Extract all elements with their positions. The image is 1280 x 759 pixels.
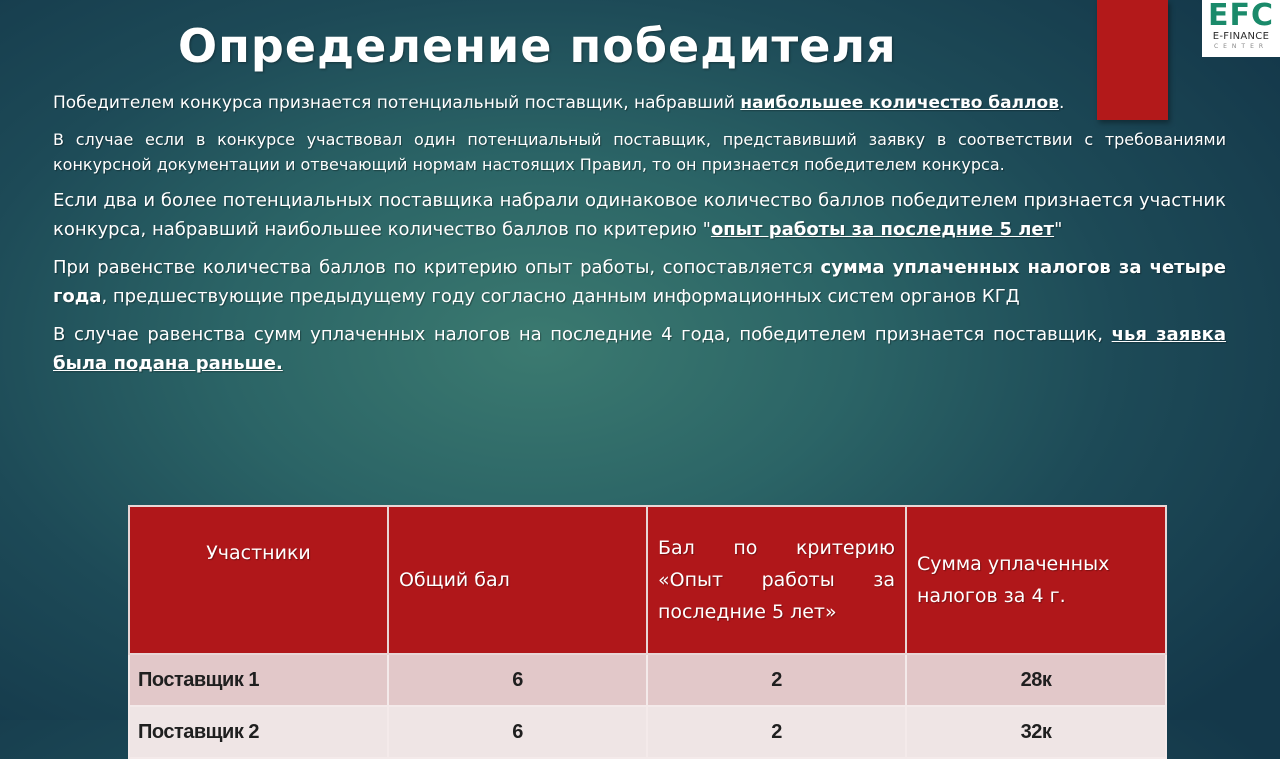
slide-title: Определение победителя bbox=[178, 19, 897, 73]
comparison-table: Участники Общий бал Бал по критерию «Опы… bbox=[128, 505, 1167, 759]
cell-taxes-paid: 28к bbox=[905, 653, 1167, 707]
logo-mark: EFC bbox=[1207, 0, 1274, 33]
p1-emphasis: наибольшее количество баллов bbox=[740, 93, 1059, 113]
table-row: Поставщик 1 6 2 28к bbox=[128, 653, 1167, 707]
p1-text: Победителем конкурса признается потенциа… bbox=[53, 93, 741, 113]
p3-emphasis: опыт работы за последние 5 лет bbox=[710, 219, 1055, 240]
paragraph-winner-rule: Победителем конкурса признается потенциа… bbox=[53, 89, 1226, 118]
paragraph-tie-experience: Если два и более потенциальных поставщик… bbox=[53, 186, 1226, 244]
header-taxes-paid: Сумма уплаченных налогов за 4 г. bbox=[905, 505, 1167, 655]
paragraph-tie-submission: В случае равенства сумм уплаченных налог… bbox=[53, 320, 1226, 378]
p4-after: , предшествующие предыдущему году соглас… bbox=[101, 286, 1020, 307]
paragraph-single-participant: В случае если в конкурсе участвовал один… bbox=[53, 130, 1226, 174]
cell-experience-score: 2 bbox=[646, 705, 907, 759]
table-row: Поставщик 2 6 2 32к bbox=[128, 705, 1167, 759]
cell-total-score: 6 bbox=[387, 653, 648, 707]
logo-name: E-FINANCE bbox=[1212, 31, 1270, 42]
cell-taxes-paid: 32к bbox=[905, 705, 1167, 759]
cell-participant: Поставщик 2 bbox=[128, 705, 389, 759]
cell-participant: Поставщик 1 bbox=[128, 653, 389, 707]
header-total-score: Общий бал bbox=[387, 505, 648, 655]
efc-logo: EFC E-FINANCE CENTER bbox=[1202, 0, 1280, 57]
p1-after: . bbox=[1059, 93, 1065, 113]
paragraph-tie-taxes: При равенстве количества баллов по крите… bbox=[53, 253, 1226, 311]
header-participants: Участники bbox=[128, 505, 389, 655]
logo-sub: CENTER bbox=[1213, 43, 1269, 50]
cell-experience-score: 2 bbox=[646, 653, 907, 707]
slide-body: Победителем конкурса признается потенциа… bbox=[53, 89, 1226, 378]
header-experience-score: Бал по критерию «Опыт работы за последни… bbox=[646, 505, 907, 655]
p4-text: При равенстве количества баллов по крите… bbox=[53, 257, 821, 278]
table-header-row: Участники Общий бал Бал по критерию «Опы… bbox=[128, 505, 1167, 655]
p3-after: " bbox=[1054, 219, 1063, 240]
p5-text: В случае равенства сумм уплаченных налог… bbox=[53, 324, 1112, 345]
cell-total-score: 6 bbox=[387, 705, 648, 759]
